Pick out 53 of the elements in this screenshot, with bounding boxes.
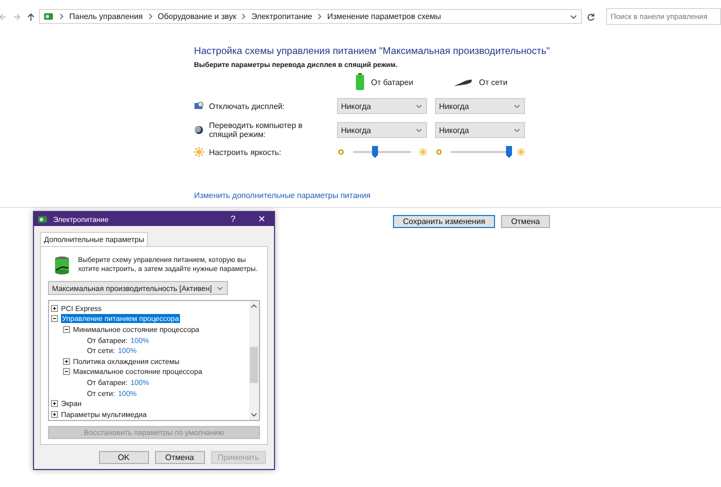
expander-icon[interactable]	[63, 368, 70, 376]
page-title: Настройка схемы управления питанием "Максимальная производительность"	[194, 46, 551, 57]
expander-icon[interactable]	[51, 400, 58, 408]
up-icon[interactable]	[26, 12, 36, 22]
advanced-settings-link[interactable]: Изменить дополнительные параметры питания	[194, 191, 721, 200]
dropdown[interactable]: Никогда	[337, 98, 427, 114]
address-bar[interactable]: Панель управления Оборудование и звук Электропитание Изменение параметров схемы	[39, 9, 582, 24]
dialog-button[interactable]: Сохранить изменения	[393, 215, 496, 228]
refresh-icon[interactable]	[586, 12, 596, 22]
help-button[interactable]: ?	[221, 214, 245, 224]
dialog-button[interactable]: OK	[98, 451, 149, 464]
setting-label: Отключать дисплей:	[209, 102, 285, 110]
chevron-icon	[317, 13, 322, 20]
battery-icon	[355, 73, 365, 91]
breadcrumb[interactable]: Панель управления	[69, 12, 143, 21]
scroll-down-icon[interactable]	[250, 412, 258, 418]
expander-icon[interactable]	[63, 358, 70, 365]
expander-icon[interactable]	[51, 304, 58, 312]
scroll-up-icon[interactable]	[250, 303, 258, 309]
monitor-clock-icon	[194, 101, 204, 111]
sun-icon	[194, 147, 204, 157]
bright-sun-icon	[517, 148, 525, 156]
caret-icon	[513, 126, 521, 134]
dim-sun-icon	[337, 148, 345, 156]
dialog-button[interactable]: Отмена	[501, 215, 550, 228]
breadcrumb[interactable]: Электропитание	[251, 12, 312, 21]
dropdown[interactable]: Никогда	[435, 98, 525, 114]
dropdown[interactable]: Никогда	[337, 122, 427, 138]
dropdown[interactable]: Никогда	[435, 122, 525, 138]
scrollbar[interactable]	[249, 301, 259, 420]
caret-icon	[415, 102, 423, 110]
chevron-icon	[241, 13, 246, 20]
caret-icon	[513, 102, 521, 110]
setting-label: Переводить компьютер в спящий режим:	[209, 121, 304, 139]
bright-sun-icon	[419, 148, 427, 156]
caret-icon	[415, 126, 423, 134]
column-header: От сети	[479, 78, 508, 86]
dialog-button[interactable]: Отмена	[154, 451, 205, 464]
caret-icon	[216, 284, 224, 292]
moon-icon	[194, 125, 204, 135]
close-button[interactable]: ✕	[250, 214, 274, 224]
column-header: От батареи	[371, 78, 414, 86]
expander-icon[interactable]	[63, 326, 70, 333]
slider-thumb[interactable]	[506, 146, 512, 158]
breadcrumb[interactable]: Оборудование и звук	[158, 12, 236, 21]
breadcrumb[interactable]: Изменение параметров схемы	[327, 12, 442, 21]
chevron-icon	[148, 13, 153, 20]
expander-icon[interactable]	[51, 410, 58, 418]
setting-label: Настроить яркость:	[209, 148, 282, 156]
slider-thumb[interactable]	[372, 146, 378, 158]
expander-icon[interactable]	[51, 315, 58, 322]
dim-sun-icon	[435, 148, 443, 156]
chevron-icon	[59, 13, 64, 20]
